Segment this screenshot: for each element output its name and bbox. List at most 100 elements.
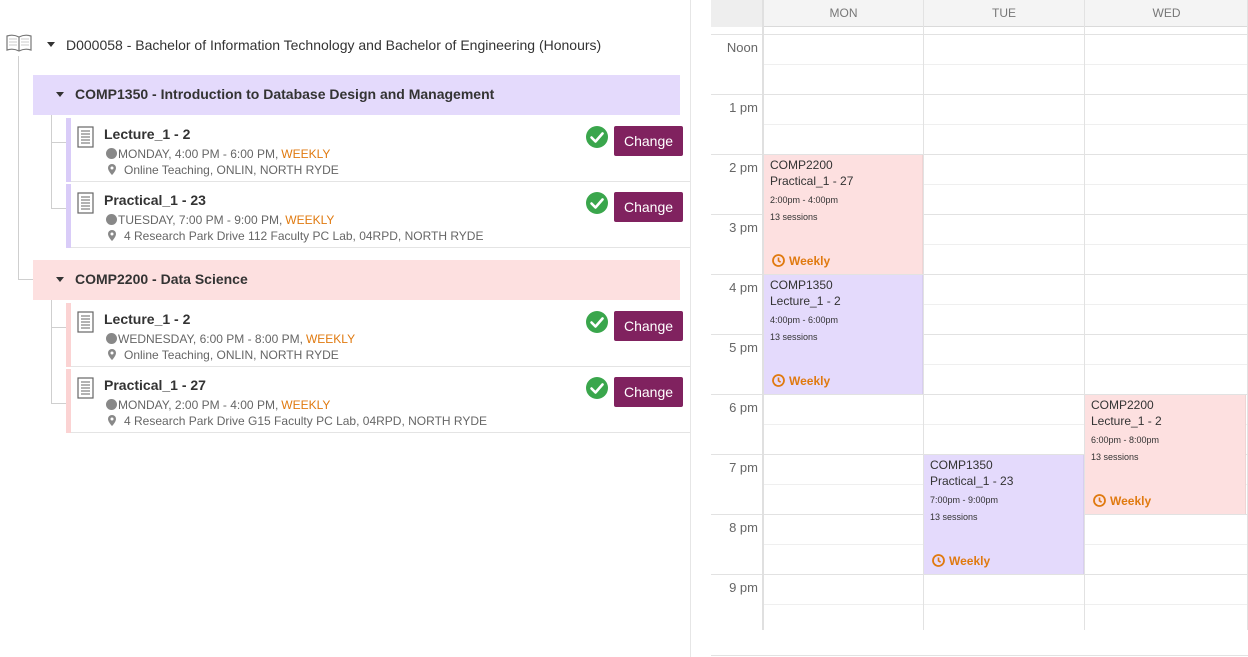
activity-name: Practical_1 - 23: [104, 192, 206, 208]
time-label: 5 pm: [729, 340, 758, 355]
event-frequency: Weekly: [772, 254, 830, 268]
tree-connector: [18, 279, 33, 280]
check-circle-icon: [586, 192, 608, 214]
document-list-icon: [77, 192, 94, 214]
activity-location-text: Online Teaching, ONLIN, NORTH RYDE: [124, 348, 339, 362]
activity-time-text: MONDAY, 4:00 PM - 6:00 PM,: [118, 147, 279, 161]
course-header-comp1350[interactable]: COMP1350 - Introduction to Database Desi…: [33, 75, 680, 115]
activity-frequency: WEEKLY: [281, 398, 331, 412]
activity-color-bar: [66, 184, 71, 248]
activity-frequency: WEEKLY: [285, 213, 335, 227]
event-sessions: 13 sessions: [930, 512, 978, 522]
activity-row: Practical_1 - 23 TUESDAY, 7:00 PM - 9:00…: [66, 184, 690, 248]
event-frequency: Weekly: [772, 374, 830, 388]
activity-location: Online Teaching, ONLIN, NORTH RYDE: [108, 348, 339, 362]
event-frequency: Weekly: [932, 554, 990, 568]
map-pin-icon: [108, 164, 116, 175]
event-frequency-text: Weekly: [1110, 494, 1152, 508]
event-course-code: COMP2200: [1091, 398, 1154, 412]
event-activity-name: Lecture_1 - 2: [770, 294, 841, 308]
panel-divider: [690, 0, 691, 657]
clock-icon: [772, 374, 785, 387]
time-label: 7 pm: [729, 460, 758, 475]
change-button[interactable]: Change: [614, 377, 683, 407]
change-button[interactable]: Change: [614, 192, 683, 222]
event-activity-name: Practical_1 - 23: [930, 474, 1014, 488]
event-sessions: 13 sessions: [1091, 452, 1139, 462]
time-label: 8 pm: [729, 520, 758, 535]
day-header-mon: MON: [829, 6, 858, 20]
clock-icon: [1093, 494, 1106, 507]
degree-title: D000058 - Bachelor of Information Techno…: [66, 37, 602, 53]
hour-gridline: [711, 34, 1248, 35]
calendar-header-corner: [711, 0, 764, 27]
activity-time: WEDNESDAY, 6:00 PM - 8:00 PM, WEEKLY: [106, 332, 355, 346]
event-time: 6:00pm - 8:00pm: [1091, 435, 1160, 445]
half-hour-gridline: [764, 604, 1248, 605]
map-pin-icon: [108, 349, 116, 360]
course-header-comp2200[interactable]: COMP2200 - Data Science: [33, 260, 680, 300]
day-column-border: [1084, 0, 1085, 630]
event-frequency-text: Weekly: [949, 554, 991, 568]
calendar-event[interactable]: COMP1350 Lecture_1 - 2 4:00pm - 6:00pm 1…: [764, 275, 923, 394]
calendar-header: MON TUE WED: [711, 0, 1248, 27]
degree-collapse-toggle[interactable]: [47, 42, 55, 47]
hour-gridline: [711, 94, 1248, 95]
tree-connector: [51, 114, 52, 208]
event-frequency: Weekly: [1093, 494, 1151, 508]
activity-row: Lecture_1 - 2 WEDNESDAY, 6:00 PM - 8:00 …: [66, 303, 690, 367]
activity-name: Practical_1 - 27: [104, 377, 206, 393]
calendar-event[interactable]: COMP2200 Practical_1 - 27 2:00pm - 4:00p…: [764, 155, 923, 274]
document-list-icon: [77, 377, 94, 399]
activity-location-text: 4 Research Park Drive G15 Faculty PC Lab…: [124, 414, 488, 428]
time-label: 3 pm: [729, 220, 758, 235]
time-label: 9 pm: [729, 580, 758, 595]
event-course-code: COMP1350: [930, 458, 993, 472]
activity-time-text: MONDAY, 2:00 PM - 4:00 PM,: [118, 398, 279, 412]
half-hour-gridline: [764, 64, 1248, 65]
tree-connector: [51, 403, 66, 404]
event-course-code: COMP1350: [770, 278, 833, 292]
activity-location: 4 Research Park Drive G15 Faculty PC Lab…: [108, 414, 487, 428]
change-button[interactable]: Change: [614, 311, 683, 341]
event-sessions: 13 sessions: [770, 212, 818, 222]
activity-location-text: Online Teaching, ONLIN, NORTH RYDE: [124, 163, 339, 177]
change-button[interactable]: Change: [614, 126, 683, 156]
course-title: COMP2200 - Data Science: [75, 271, 248, 287]
day-header-wed: WED: [1152, 6, 1181, 20]
event-time: 2:00pm - 4:00pm: [770, 195, 839, 205]
tree-connector: [51, 142, 66, 143]
activity-frequency: WEEKLY: [305, 332, 356, 346]
clock-icon: [106, 148, 117, 159]
activity-color-bar: [66, 369, 71, 433]
event-frequency-text: Weekly: [789, 374, 831, 388]
map-pin-icon: [108, 230, 116, 241]
clock-icon: [106, 333, 117, 344]
timetable-calendar: MON TUE WED Noon 1 pm 2 pm 3 pm 4 pm 5 p…: [711, 0, 1248, 657]
activity-name: Lecture_1 - 2: [104, 311, 191, 327]
check-circle-icon: [586, 126, 608, 148]
activity-color-bar: [66, 303, 71, 367]
map-pin-icon: [108, 415, 116, 426]
tree-connector: [51, 208, 66, 209]
course-title: COMP1350 - Introduction to Database Desi…: [75, 86, 495, 102]
time-label: 1 pm: [729, 100, 758, 115]
check-circle-icon: [586, 311, 608, 333]
activity-time: TUESDAY, 7:00 PM - 9:00 PM, WEEKLY: [106, 213, 334, 227]
activity-location: 4 Research Park Drive 112 Faculty PC Lab…: [108, 229, 483, 243]
course-collapse-toggle[interactable]: [56, 277, 64, 282]
calendar-bottom-border: [711, 655, 1248, 656]
event-course-code: COMP2200: [770, 158, 833, 172]
time-label: 4 pm: [729, 280, 758, 295]
time-label: 6 pm: [729, 400, 758, 415]
tree-connector: [18, 56, 19, 279]
activity-time-text: TUESDAY, 7:00 PM - 9:00 PM,: [118, 213, 283, 227]
hour-gridline: [711, 574, 1248, 575]
day-header-tue: TUE: [992, 6, 1016, 20]
course-collapse-toggle[interactable]: [56, 92, 64, 97]
calendar-event[interactable]: COMP2200 Lecture_1 - 2 6:00pm - 8:00pm 1…: [1085, 395, 1246, 514]
clock-icon: [772, 254, 785, 267]
activity-location: Online Teaching, ONLIN, NORTH RYDE: [108, 163, 339, 177]
calendar-event[interactable]: COMP1350 Practical_1 - 23 7:00pm - 9:00p…: [924, 455, 1084, 574]
time-label: Noon: [726, 40, 758, 55]
